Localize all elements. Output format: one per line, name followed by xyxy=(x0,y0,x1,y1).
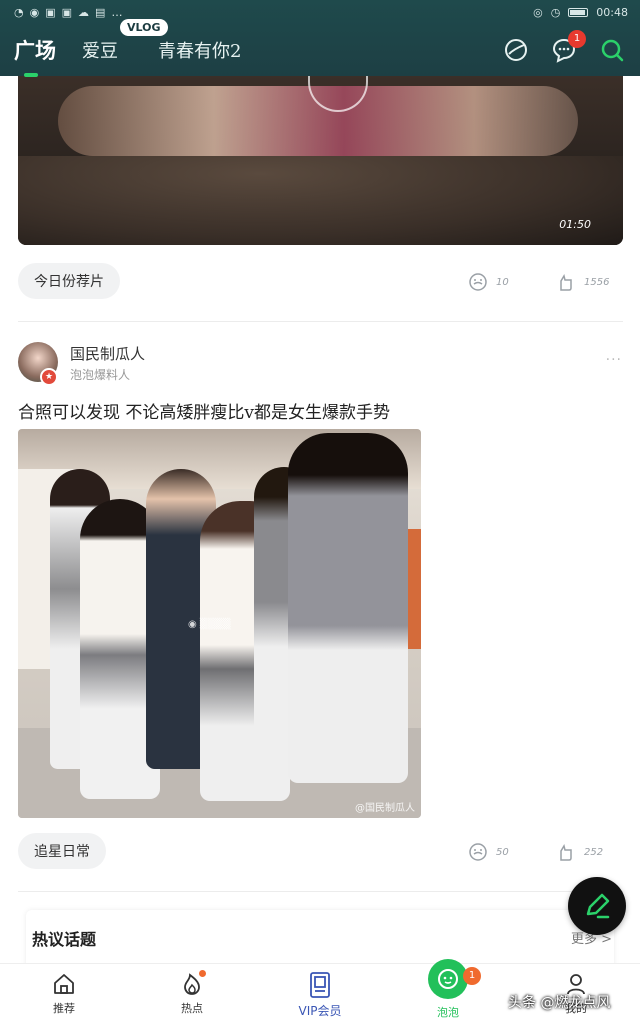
status-icons-left: ◔ ◉ ▣ ▣ ☁ ▤ … xyxy=(14,6,122,19)
video-like-count: 1556 xyxy=(584,276,610,288)
video-comment-count: 10 xyxy=(496,276,509,288)
post-divider xyxy=(18,321,623,322)
status-time: 00:48 xyxy=(596,5,628,19)
post-text[interactable]: 合照可以发现 不论高矮胖瘦比v都是女生爆款手势 xyxy=(18,398,390,423)
post-divider xyxy=(18,891,623,892)
eye-icon: ◎ xyxy=(533,5,543,19)
bubble-badge: 1 xyxy=(463,967,481,985)
more-options-icon[interactable]: ··· xyxy=(606,352,622,368)
video-comments[interactable]: 10 xyxy=(468,272,509,292)
top-tabs: 广场 爱豆 VLOG 青春有你2 1 xyxy=(0,19,640,77)
cloud-icon: ☁ xyxy=(78,5,90,19)
wifi-icon: ◔ xyxy=(14,5,24,19)
nav-vip-label: VIP会员 xyxy=(298,1004,342,1018)
home-icon xyxy=(54,974,74,994)
status-icons-right: ◎ ◷ 00:48 xyxy=(533,6,628,19)
author-subtitle: 泡泡爆料人 xyxy=(70,368,131,382)
alarm-icon: ◷ xyxy=(550,5,561,19)
vip-card-icon xyxy=(310,972,330,998)
planet-icon[interactable] xyxy=(502,36,530,64)
nav-recommend[interactable]: 推荐 xyxy=(24,972,104,1016)
image-watermark: @国民制瓜人 xyxy=(355,803,415,814)
header-actions: 1 xyxy=(502,30,626,64)
hot-topics-title: 热议话题 xyxy=(32,930,97,949)
nav-bubble-label: 泡泡 xyxy=(437,1006,459,1019)
hot-topics-card: 热议话题 更多 > xyxy=(26,910,614,970)
app-icon: ▣ xyxy=(45,5,56,19)
post-tag-pill[interactable]: 追星日常 xyxy=(18,833,106,869)
pen-icon xyxy=(586,893,610,919)
video-likes[interactable]: 1556 xyxy=(556,272,609,292)
author-name[interactable]: 国民制瓜人 xyxy=(70,343,145,364)
tab-idol-label: 爱豆 xyxy=(82,41,118,62)
battery-icon xyxy=(568,7,589,17)
watermark-credit: 头条 @燃龙点风 xyxy=(508,995,611,1011)
vlog-badge: VLOG xyxy=(120,19,168,36)
like-hand-icon xyxy=(560,844,572,861)
post-comments[interactable]: 50 xyxy=(468,842,509,862)
weibo-watermark-center: ◉ ▒▒▒▒ xyxy=(188,619,231,630)
star-badge-icon: ★ xyxy=(40,368,58,386)
search-icon[interactable] xyxy=(598,36,626,64)
app-header: ◔ ◉ ▣ ▣ ☁ ▤ … ◎ ◷ 00:48 广场 爱豆 VLOG 青春有你2 xyxy=(0,0,640,77)
hot-dot-badge xyxy=(199,970,206,977)
post-likes[interactable]: 252 xyxy=(556,842,603,862)
app-screen: ◔ ◉ ▣ ▣ ☁ ▤ … ◎ ◷ 00:48 广场 爱豆 VLOG 青春有你2 xyxy=(0,0,640,1024)
nav-vip[interactable]: VIP会员 xyxy=(280,972,360,1019)
bubble-face-icon xyxy=(438,969,458,989)
like-hand-icon xyxy=(560,274,572,291)
video-tag-pill[interactable]: 今日份荐片 xyxy=(18,263,120,299)
video-background xyxy=(18,156,623,245)
message-badge: 1 xyxy=(568,30,586,48)
nav-hot-label: 热点 xyxy=(181,1002,203,1015)
post-image[interactable]: ◉ ▒▒▒▒ @国民制瓜人 xyxy=(18,429,421,818)
nav-bubble[interactable] xyxy=(428,959,468,999)
app-icon-2: ▣ xyxy=(61,5,73,19)
video-duration: 01:50 xyxy=(559,218,591,231)
tab-youth-with-you[interactable]: 青春有你2 xyxy=(158,37,241,63)
tab-square[interactable]: 广场 xyxy=(14,35,56,77)
nav-hot[interactable]: 热点 xyxy=(152,970,232,1016)
post-comment-count: 50 xyxy=(496,846,509,858)
nav-recommend-label: 推荐 xyxy=(53,1002,75,1015)
photo-person xyxy=(288,433,408,783)
qq-icon: ◉ xyxy=(29,5,40,19)
comment-icon xyxy=(469,273,487,291)
more-icon: … xyxy=(111,5,123,19)
comment-icon xyxy=(469,843,487,861)
news-icon: ▤ xyxy=(95,5,106,19)
message-icon[interactable]: 1 xyxy=(550,30,586,64)
compose-button[interactable] xyxy=(568,877,626,935)
tab-idol[interactable]: 爱豆 VLOG xyxy=(82,19,168,63)
status-bar: ◔ ◉ ▣ ▣ ☁ ▤ … ◎ ◷ 00:48 xyxy=(0,0,640,24)
video-thumbnail[interactable]: 01:50 xyxy=(18,76,623,245)
post-like-count: 252 xyxy=(584,846,604,858)
